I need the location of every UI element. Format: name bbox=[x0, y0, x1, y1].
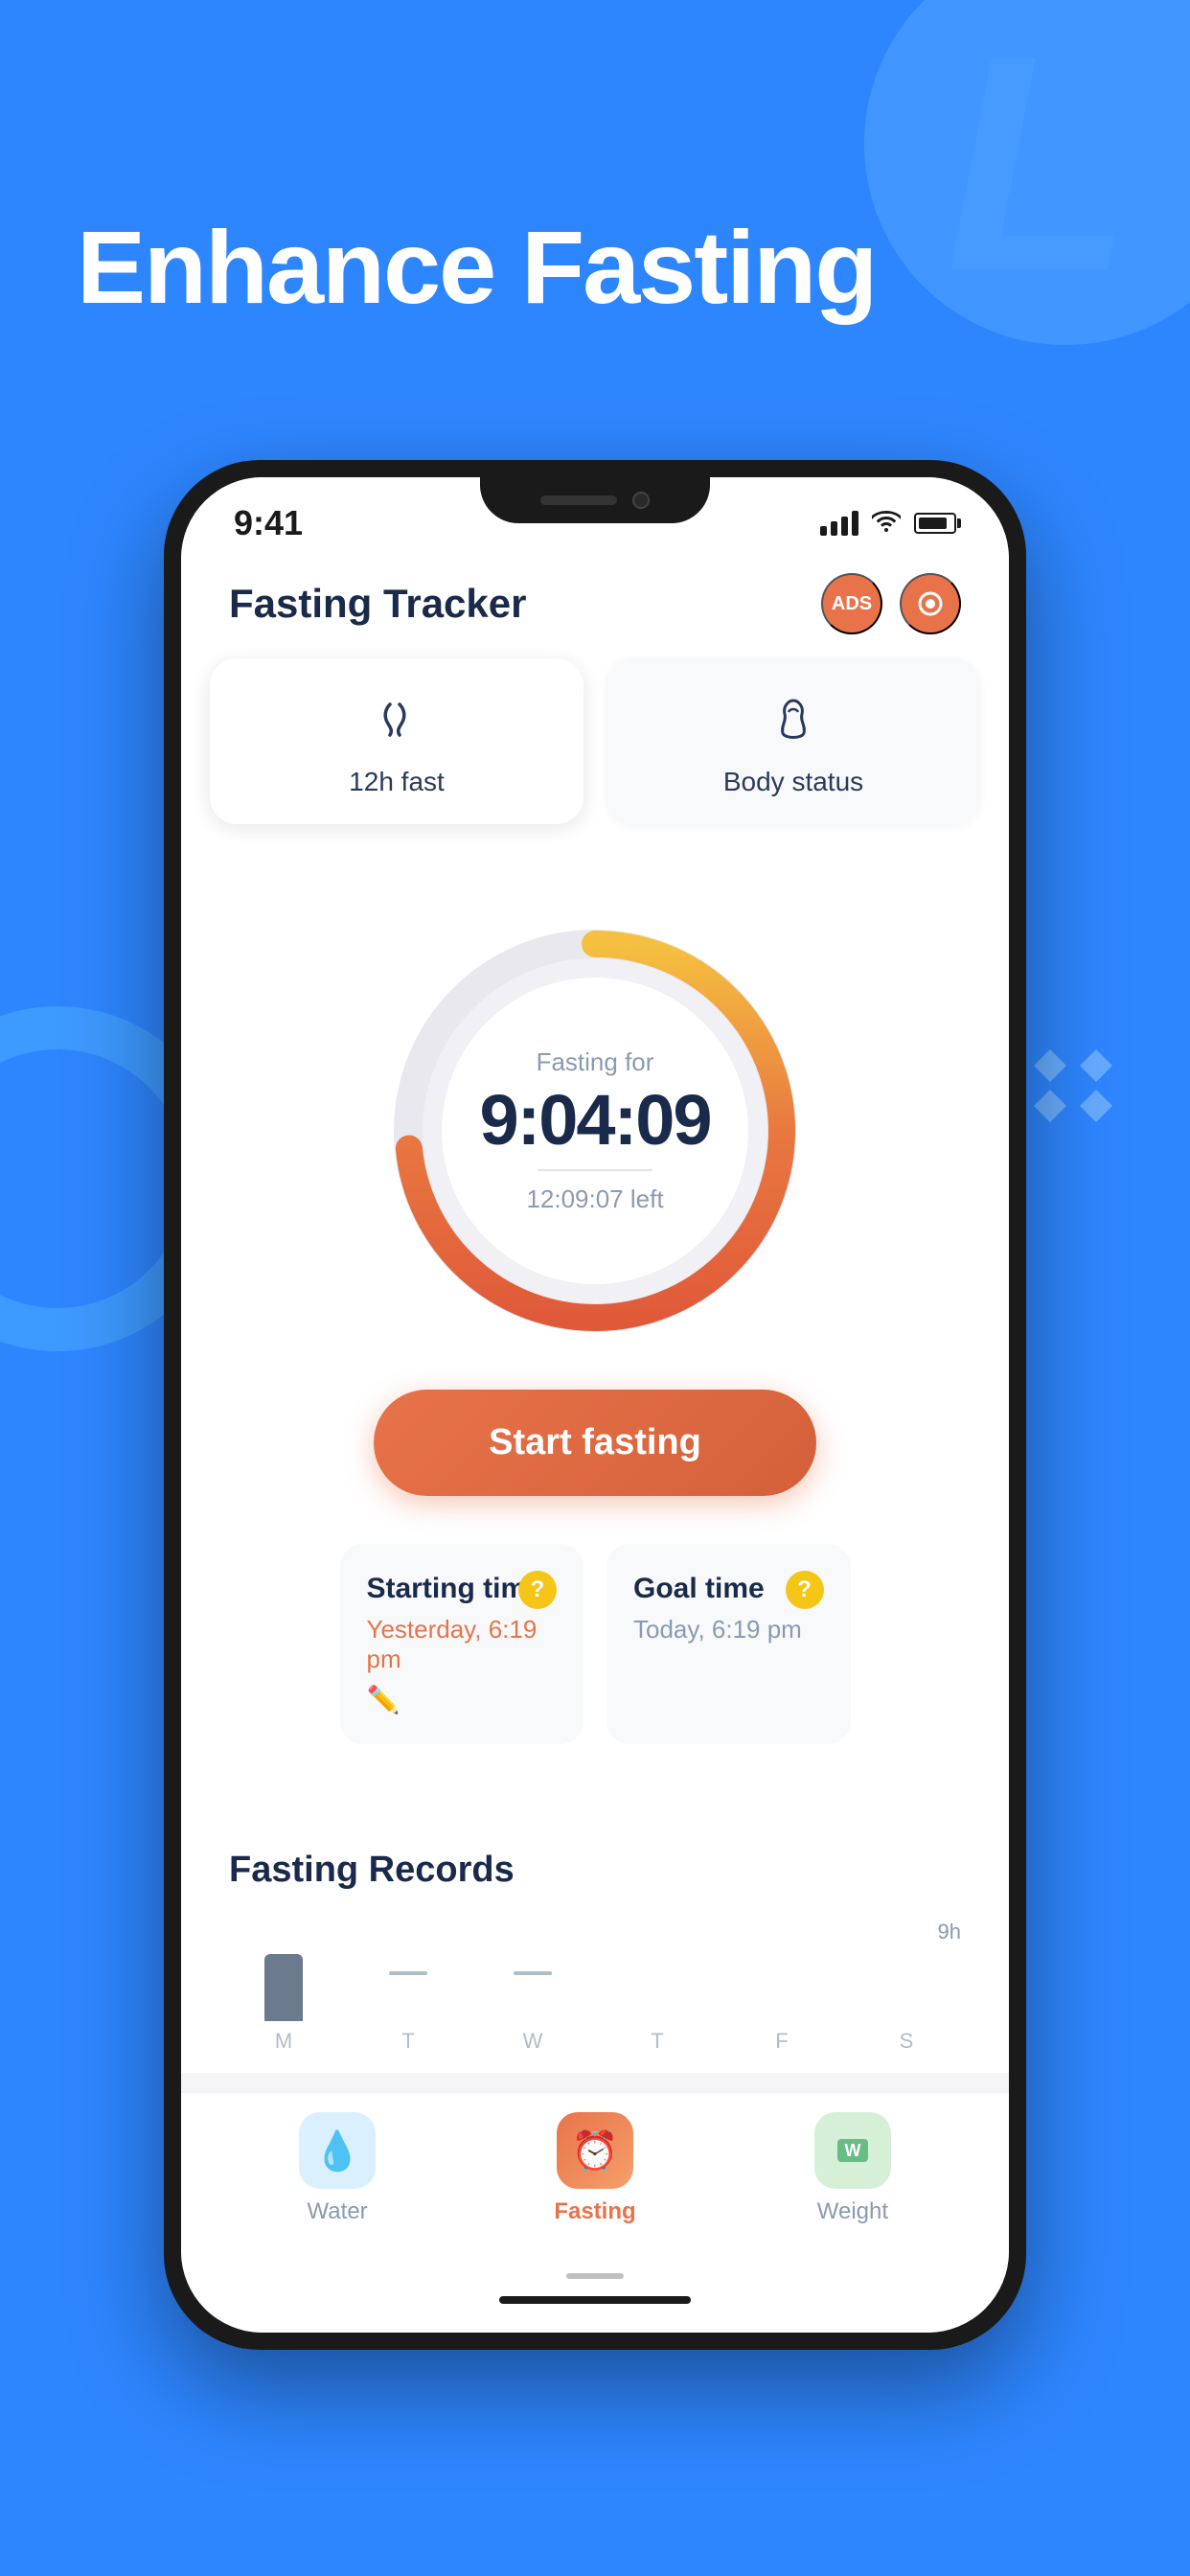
notch-camera bbox=[632, 492, 650, 509]
tab-body-label: Body status bbox=[723, 767, 863, 797]
chart-column-sat: S bbox=[852, 1925, 961, 2054]
time-cards: Starting time Yesterday, 6:19 pm ✏️ ? Go… bbox=[340, 1544, 851, 1744]
chart-bar-wed bbox=[514, 1971, 552, 1975]
chart-day-mon: M bbox=[275, 2029, 292, 2054]
goal-time-card: Goal time Today, 6:19 pm ? bbox=[606, 1544, 851, 1744]
bottom-nav: 💧 Water ⏰ Fasting W Weight bbox=[181, 2092, 1009, 2273]
timer-time: 9:04:09 bbox=[442, 1085, 748, 1156]
app-header: Fasting Tracker ADS bbox=[181, 554, 1009, 658]
phone-screen: 9:41 Fas bbox=[181, 477, 1009, 2333]
body-icon bbox=[767, 693, 819, 753]
fasting-chart: 9h M T bbox=[229, 1920, 961, 2073]
chart-day-wed: W bbox=[523, 2029, 543, 2054]
timer-left: 12:09:07 left bbox=[442, 1184, 748, 1214]
timer-divider bbox=[538, 1169, 652, 1171]
chart-day-tue: T bbox=[401, 2029, 414, 2054]
nav-fasting[interactable]: ⏰ Fasting bbox=[554, 2112, 635, 2225]
tab-card-body[interactable]: Body status bbox=[606, 658, 980, 824]
phone-mockup: 9:41 Fas bbox=[164, 460, 1026, 2350]
timer-section: Fasting for 9:04:09 12:09:07 left Start … bbox=[229, 901, 961, 1821]
timer-label: Fasting for bbox=[442, 1047, 748, 1077]
tab-card-fast[interactable]: 12h fast bbox=[210, 658, 584, 824]
edit-starting-time-icon[interactable]: ✏️ bbox=[367, 1684, 558, 1715]
tab-cards: 12h fast Body status bbox=[181, 658, 1009, 853]
phone-frame: 9:41 Fas bbox=[164, 460, 1026, 2350]
record-button[interactable] bbox=[900, 573, 961, 634]
chart-column-fri: F bbox=[727, 1925, 836, 2054]
phone-notch bbox=[480, 477, 710, 523]
battery-icon bbox=[914, 513, 956, 534]
chart-column-wed: W bbox=[478, 1925, 587, 2054]
weight-icon: W bbox=[814, 2112, 891, 2189]
wifi-icon bbox=[872, 509, 901, 539]
starting-time-help[interactable]: ? bbox=[518, 1571, 557, 1609]
nav-water-label: Water bbox=[308, 2198, 368, 2225]
start-fasting-button[interactable]: Start fasting bbox=[374, 1390, 816, 1496]
timer-circle: Fasting for 9:04:09 12:09:07 left bbox=[384, 920, 806, 1342]
scroll-hint bbox=[181, 2273, 1009, 2287]
nav-fasting-label: Fasting bbox=[554, 2198, 635, 2225]
chart-max-label: 9h bbox=[938, 1920, 961, 1944]
main-content: Fasting for 9:04:09 12:09:07 left Start … bbox=[181, 853, 1009, 1850]
chart-day-fri: F bbox=[775, 2029, 788, 2054]
nav-weight[interactable]: W Weight bbox=[814, 2112, 891, 2225]
records-title: Fasting Records bbox=[229, 1850, 961, 1891]
chart-day-sat: S bbox=[900, 2029, 914, 2054]
home-bar bbox=[499, 2296, 691, 2304]
fast-icon bbox=[371, 693, 423, 753]
status-icons bbox=[820, 509, 956, 539]
starting-time-card: Starting time Yesterday, 6:19 pm ✏️ ? bbox=[340, 1544, 584, 1744]
bg-decoration-letter: L bbox=[946, 10, 1133, 316]
chart-column-mon: M bbox=[229, 1925, 338, 2054]
goal-time-value: Today, 6:19 pm bbox=[633, 1615, 824, 1644]
records-section: Fasting Records 9h M T bbox=[181, 1850, 1009, 2073]
chart-column-thu: T bbox=[603, 1925, 712, 2054]
status-time: 9:41 bbox=[234, 503, 303, 543]
starting-time-value: Yesterday, 6:19 pm bbox=[367, 1615, 558, 1674]
chart-bar-tue bbox=[389, 1971, 427, 1975]
goal-time-help[interactable]: ? bbox=[786, 1571, 824, 1609]
chart-day-thu: T bbox=[651, 2029, 663, 2054]
home-indicator bbox=[181, 2287, 1009, 2333]
notch-speaker bbox=[540, 495, 617, 505]
header-icons: ADS bbox=[821, 573, 961, 634]
app-title: Fasting Tracker bbox=[229, 581, 526, 627]
tab-fast-label: 12h fast bbox=[349, 767, 445, 797]
signal-icon bbox=[820, 511, 858, 536]
fasting-nav-icon: ⏰ bbox=[557, 2112, 633, 2189]
timer-inner: Fasting for 9:04:09 12:09:07 left bbox=[442, 1047, 748, 1214]
chart-bar-mon bbox=[264, 1954, 303, 2021]
ads-button[interactable]: ADS bbox=[821, 573, 882, 634]
svg-text:W: W bbox=[844, 2141, 860, 2160]
nav-water[interactable]: 💧 Water bbox=[299, 2112, 376, 2225]
chart-column-tue: T bbox=[354, 1925, 463, 2054]
page-title: Enhance Fasting bbox=[77, 211, 876, 325]
water-icon: 💧 bbox=[299, 2112, 376, 2189]
nav-weight-label: Weight bbox=[817, 2198, 888, 2225]
scroll-dot bbox=[566, 2273, 624, 2279]
